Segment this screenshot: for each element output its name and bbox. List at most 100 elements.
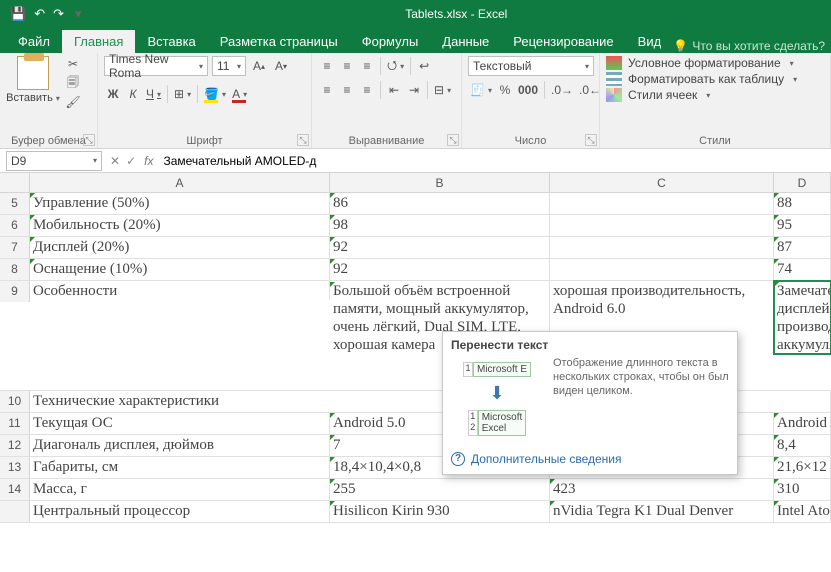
name-box[interactable]: D9▾: [6, 151, 102, 171]
col-header-a[interactable]: A: [30, 173, 330, 192]
tooltip-more-info-link[interactable]: ?Дополнительные сведения: [451, 452, 729, 466]
row-header[interactable]: 5: [0, 193, 30, 214]
accounting-format-icon[interactable]: 🧾▾: [468, 80, 494, 100]
row-header[interactable]: 7: [0, 237, 30, 258]
cell[interactable]: [550, 215, 774, 236]
decrease-indent-icon[interactable]: ⇤: [385, 80, 403, 100]
tab-file[interactable]: Файл: [6, 30, 62, 53]
format-painter-icon[interactable]: 🖌: [64, 94, 82, 110]
cell[interactable]: Intel Ato: [774, 501, 831, 522]
underline-button[interactable]: Ч▾: [144, 84, 163, 104]
percent-format-icon[interactable]: %: [496, 80, 514, 100]
cancel-formula-icon[interactable]: ✕: [110, 154, 120, 168]
cell[interactable]: 74: [774, 259, 831, 280]
clipboard-dialog-launcher[interactable]: ⤡: [83, 134, 95, 146]
cell[interactable]: Габариты, см: [30, 457, 330, 478]
merge-cells-icon[interactable]: ⊟▾: [432, 80, 453, 100]
cell[interactable]: Центральный процессор: [30, 501, 330, 522]
align-middle-icon[interactable]: ≡: [338, 56, 356, 76]
bold-button[interactable]: Ж: [104, 84, 122, 104]
cell[interactable]: Особенности: [30, 281, 330, 300]
cell-styles-button[interactable]: Стили ячеек▾: [606, 88, 797, 102]
align-left-icon[interactable]: ≡: [318, 80, 336, 100]
tab-data[interactable]: Данные: [430, 30, 501, 53]
cell[interactable]: Диагональ дисплея, дюймов: [30, 435, 330, 456]
cell[interactable]: Текущая ОС: [30, 413, 330, 434]
increase-indent-icon[interactable]: ⇥: [405, 80, 423, 100]
fx-icon[interactable]: fx: [144, 154, 153, 168]
number-dialog-launcher[interactable]: ⤡: [585, 134, 597, 146]
increase-decimal-icon[interactable]: .0→: [549, 80, 575, 100]
align-bottom-icon[interactable]: ≡: [358, 56, 376, 76]
formula-input[interactable]: [159, 152, 831, 170]
row-header[interactable]: 8: [0, 259, 30, 280]
cell[interactable]: Управление (50%): [30, 193, 330, 214]
cell[interactable]: Android: [774, 413, 831, 434]
decrease-font-icon[interactable]: A▾: [272, 56, 290, 76]
row-header[interactable]: 14: [0, 479, 30, 500]
copy-icon[interactable]: 🗐: [64, 75, 82, 91]
worksheet-grid[interactable]: A B C D 5Управление (50%)8688 6Мобильнос…: [0, 173, 831, 523]
cell-selected[interactable]: Замечательный дисплей, производительност…: [774, 281, 831, 354]
tab-formulas[interactable]: Формулы: [350, 30, 431, 53]
cell[interactable]: 8,4: [774, 435, 831, 456]
cell[interactable]: Hisilicon Kirin 930: [330, 501, 550, 522]
cell[interactable]: 88: [774, 193, 831, 214]
tab-review[interactable]: Рецензирование: [501, 30, 625, 53]
row-header[interactable]: [0, 501, 30, 522]
number-format-combo[interactable]: Текстовый▾: [468, 56, 594, 76]
row-header[interactable]: 12: [0, 435, 30, 456]
font-size-combo[interactable]: 11▾: [212, 56, 246, 76]
undo-icon[interactable]: ↶: [34, 6, 45, 22]
cell[interactable]: 87: [774, 237, 831, 258]
alignment-dialog-launcher[interactable]: ⤡: [447, 134, 459, 146]
align-top-icon[interactable]: ≡: [318, 56, 336, 76]
cell[interactable]: 310: [774, 479, 831, 500]
cell[interactable]: 95: [774, 215, 831, 236]
comma-format-icon[interactable]: 000: [516, 80, 540, 100]
fill-color-button[interactable]: 🪣▾: [202, 84, 228, 104]
cell[interactable]: 21,6×12: [774, 457, 831, 478]
cell[interactable]: 423: [550, 479, 774, 500]
orientation-icon[interactable]: ⭯▾: [385, 56, 406, 76]
font-name-combo[interactable]: Times New Roma▾: [104, 56, 208, 76]
tab-home[interactable]: Главная: [62, 30, 135, 53]
font-color-button[interactable]: A▾: [230, 84, 249, 104]
cell[interactable]: 92: [330, 259, 550, 280]
cell[interactable]: Масса, г: [30, 479, 330, 500]
cell[interactable]: 92: [330, 237, 550, 258]
cell[interactable]: Мобильность (20%): [30, 215, 330, 236]
enter-formula-icon[interactable]: ✓: [126, 154, 136, 168]
font-dialog-launcher[interactable]: ⤡: [297, 134, 309, 146]
row-header[interactable]: 9: [0, 281, 30, 302]
wrap-text-icon[interactable]: ↩: [415, 56, 433, 76]
row-header[interactable]: 13: [0, 457, 30, 478]
tab-page-layout[interactable]: Разметка страницы: [208, 30, 350, 53]
select-all-corner[interactable]: [0, 173, 30, 192]
redo-icon[interactable]: ↷: [53, 6, 64, 22]
italic-button[interactable]: К: [124, 84, 142, 104]
increase-font-icon[interactable]: A▴: [250, 56, 268, 76]
col-header-d[interactable]: D: [774, 173, 831, 192]
cell[interactable]: хорошая производительность, Android 6.0: [550, 281, 774, 318]
conditional-formatting-button[interactable]: Условное форматирование▾: [606, 56, 797, 70]
cell[interactable]: 255: [330, 479, 550, 500]
row-header[interactable]: 6: [0, 215, 30, 236]
paste-button[interactable]: Вставить▾: [6, 56, 60, 104]
tell-me[interactable]: 💡Что вы хотите сделать?: [673, 39, 831, 53]
cut-icon[interactable]: ✂: [64, 56, 82, 72]
save-icon[interactable]: 💾: [10, 6, 26, 22]
cell[interactable]: 98: [330, 215, 550, 236]
cell[interactable]: Дисплей (20%): [30, 237, 330, 258]
row-header[interactable]: 10: [0, 391, 30, 412]
row-header[interactable]: 11: [0, 413, 30, 434]
tab-insert[interactable]: Вставка: [135, 30, 207, 53]
tab-view[interactable]: Вид: [626, 30, 674, 53]
col-header-b[interactable]: B: [330, 173, 550, 192]
cell[interactable]: [550, 237, 774, 258]
cell[interactable]: [550, 193, 774, 214]
format-as-table-button[interactable]: Форматировать как таблицу▾: [606, 72, 797, 86]
cell[interactable]: nVidia Tegra K1 Dual Denver: [550, 501, 774, 522]
cell[interactable]: [550, 259, 774, 280]
borders-button[interactable]: ⊞▾: [172, 84, 193, 104]
